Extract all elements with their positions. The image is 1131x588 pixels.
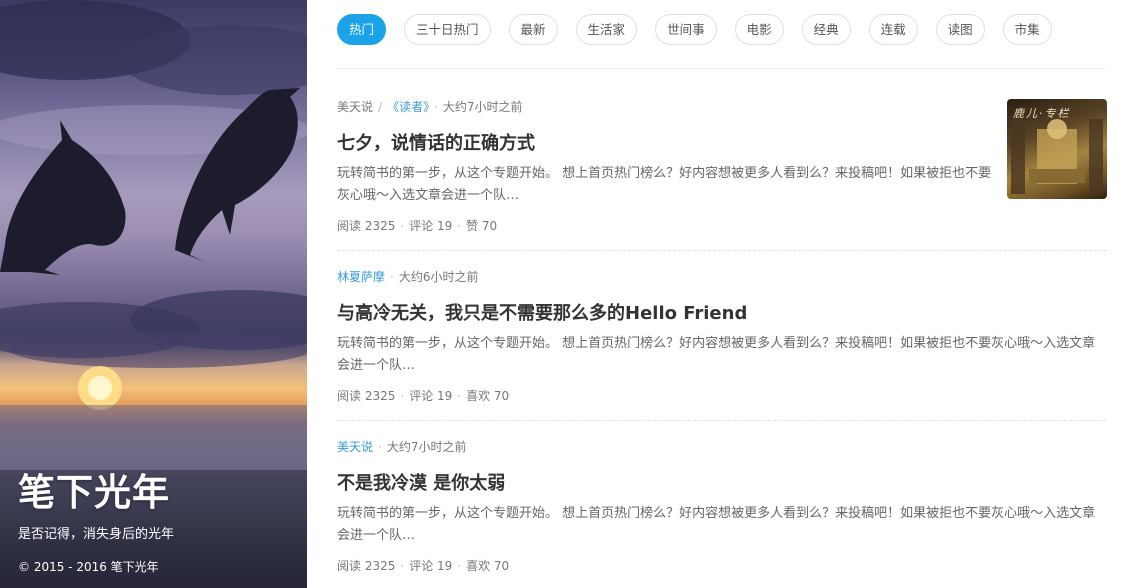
read-count: 阅读 2325 — [337, 219, 396, 233]
article-meta: 美天说 / 《读者》 · 大约7小时之前 — [337, 99, 1107, 115]
publish-time: 大约7小时之前 — [386, 440, 467, 454]
article-item: 美天说 / 《读者》 · 大约7小时之前 七夕，说情话的正确方式 玩转简书的第一步，从这… — [337, 99, 1107, 249]
like-count: 赞 70 — [466, 219, 498, 233]
author-link[interactable]: 美天说 — [337, 100, 373, 114]
article-stats: 阅读 2325 · 评论 19 · 赞 70 — [337, 219, 498, 233]
main-content: 热门 三十日热门 最新 生活家 世间事 电影 经典 连载 读图 市集 美天说 / 《… — [337, 0, 1107, 588]
article-stats: 阅读 2325 · 评论 19 · 喜欢 70 — [337, 559, 510, 573]
article-item: 美天说 · 大约7小时之前 不是我冷漠 是你太弱 玩转简书的第一步，从这个专题开始。… — [337, 439, 1107, 588]
comment-count[interactable]: 评论 19 — [409, 559, 452, 573]
article-stats: 阅读 2325 · 评论 19 · 喜欢 70 — [337, 389, 510, 403]
category-tabs: 热门 三十日热门 最新 生活家 世间事 电影 经典 连载 读图 市集 — [337, 14, 1070, 46]
tabs-divider — [337, 68, 1107, 69]
copyright: © 2015 - 2016 笔下光年 — [18, 560, 159, 574]
article-item: 林夏萨摩 · 大约6小时之前 与高冷无关，我只是不需要那么多的Hello Frien… — [337, 269, 1107, 419]
read-count: 阅读 2325 — [337, 559, 396, 573]
tab-latest[interactable]: 最新 — [508, 14, 558, 45]
tab-serial[interactable]: 连载 — [868, 14, 918, 45]
site-subtitle: 是否记得，消失身后的光年 — [18, 527, 175, 542]
article-excerpt: 玩转简书的第一步，从这个专题开始。 想上首页热门榜么？好内容想被更多人看到么？来… — [337, 336, 1096, 373]
tab-market[interactable]: 市集 — [1002, 14, 1052, 45]
tab-movie[interactable]: 电影 — [734, 14, 784, 45]
article-thumbnail[interactable]: 鹿儿·专栏 — [1007, 99, 1107, 199]
tab-pictures[interactable]: 读图 — [935, 14, 985, 45]
article-meta: 林夏萨摩 · 大约6小时之前 — [337, 269, 1107, 285]
meta-dot: · — [434, 100, 438, 114]
hero-panel: 笔下光年 是否记得，消失身后的光年 © 2015 - 2016 笔下光年 — [0, 0, 307, 588]
row-divider — [337, 420, 1107, 421]
tab-life[interactable]: 生活家 — [575, 14, 638, 45]
comment-count[interactable]: 评论 19 — [409, 219, 452, 233]
meta-separator: / — [378, 100, 383, 114]
article-title[interactable]: 与高冷无关，我只是不需要那么多的Hello Friend — [337, 299, 747, 325]
author-link[interactable]: 林夏萨摩 — [337, 270, 385, 284]
read-count: 阅读 2325 — [337, 389, 396, 403]
meta-dot: · — [390, 270, 394, 284]
publish-time: 大约6小时之前 — [398, 270, 479, 284]
article-excerpt: 玩转简书的第一步，从这个专题开始。 想上首页热门榜么？好内容想被更多人看到么？来… — [337, 166, 992, 203]
site-title: 笔下光年 — [18, 471, 170, 514]
article-title[interactable]: 不是我冷漠 是你太弱 — [337, 469, 505, 495]
author-link[interactable]: 美天说 — [337, 440, 373, 454]
thumbnail-caption: 鹿儿·专栏 — [1013, 107, 1071, 120]
collection-link[interactable]: 《读者》 — [387, 100, 429, 114]
tab-classic[interactable]: 经典 — [801, 14, 851, 45]
like-count: 喜欢 70 — [466, 389, 510, 403]
comment-count[interactable]: 评论 19 — [409, 389, 452, 403]
like-count: 喜欢 70 — [466, 559, 510, 573]
tab-hot[interactable]: 热门 — [337, 14, 387, 45]
tab-30-day-hot[interactable]: 三十日热门 — [404, 14, 491, 45]
article-title[interactable]: 七夕，说情话的正确方式 — [337, 129, 535, 155]
article-excerpt: 玩转简书的第一步，从这个专题开始。 想上首页热门榜么？好内容想被更多人看到么？来… — [337, 506, 1096, 543]
tab-world[interactable]: 世间事 — [655, 14, 717, 45]
row-divider — [337, 250, 1107, 251]
article-meta: 美天说 · 大约7小时之前 — [337, 439, 1107, 455]
meta-dot: · — [378, 440, 382, 454]
publish-time: 大约7小时之前 — [442, 100, 523, 114]
